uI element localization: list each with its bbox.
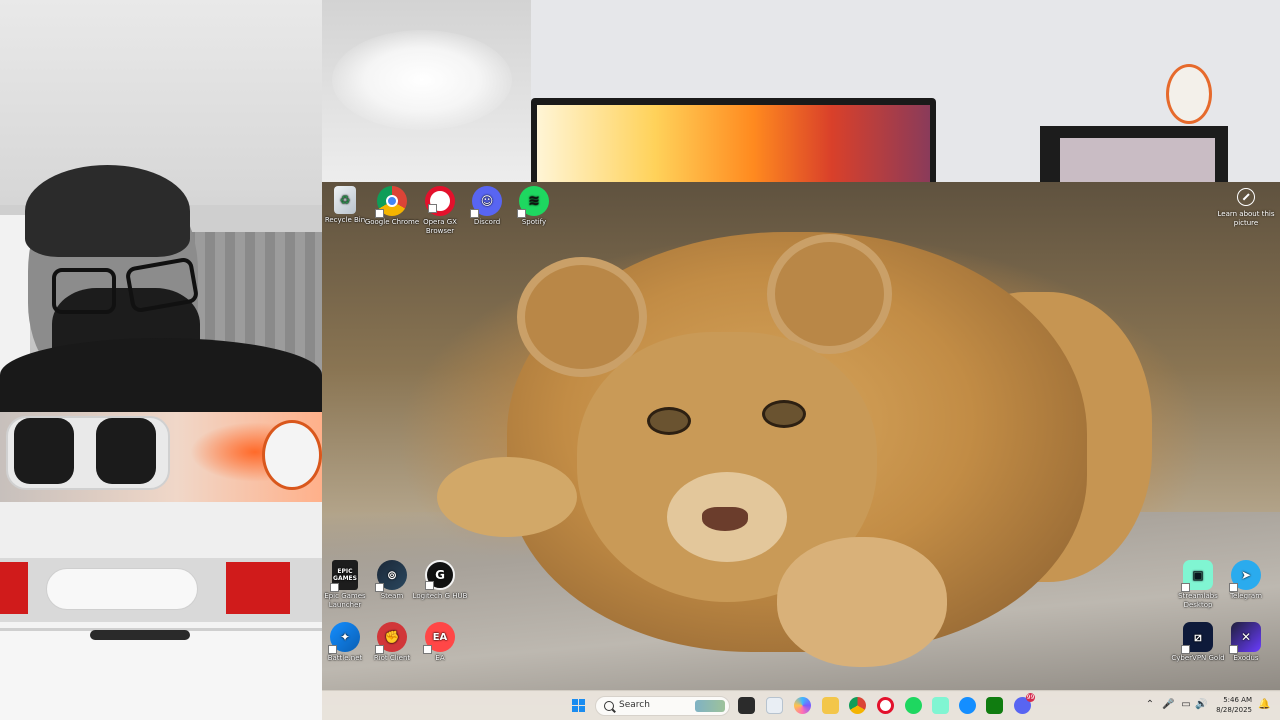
chrome-icon — [375, 186, 407, 218]
drawer-handle — [90, 630, 190, 640]
notification-bell-icon[interactable]: 🔔 — [1258, 699, 1270, 711]
icon-label: Logitech G HUB — [412, 592, 468, 600]
room-camera-desk — [0, 412, 322, 720]
logitech-icon: G — [425, 560, 455, 590]
search-icon — [604, 701, 614, 711]
exodus-icon: ✕ — [1229, 622, 1261, 654]
wallpaper-lion-paw-left — [437, 457, 577, 537]
steam-icon: ⊚ — [375, 560, 407, 592]
spotify-icon: ≋ — [517, 186, 549, 218]
streamlabs-taskbar-icon[interactable] — [932, 697, 949, 714]
shortcut-arrow-icon — [517, 209, 526, 218]
desktop-icon-ea[interactable]: EA EA — [412, 622, 468, 663]
battlenet-icon: ✦ — [328, 622, 360, 654]
icon-label: Telegram — [1229, 592, 1263, 600]
wallpaper-lion-ear-right — [767, 234, 892, 354]
camera-icon — [1237, 188, 1255, 206]
task-view-icon[interactable] — [738, 697, 755, 714]
webcam-feed — [0, 0, 322, 412]
second-monitor-screen — [1060, 138, 1215, 182]
search-label: Search — [619, 700, 650, 710]
wallpaper-lion-eye-left — [647, 407, 691, 435]
game-controller — [46, 568, 198, 610]
opera-taskbar-icon[interactable] — [877, 697, 894, 714]
shortcut-arrow-icon — [328, 645, 337, 654]
riot-icon: ✊ — [375, 622, 407, 654]
epic-games-icon: EPIC GAMES — [330, 560, 358, 592]
headset-cup-left — [14, 418, 74, 484]
microphone-icon[interactable]: 🎤 — [1162, 699, 1174, 711]
clock[interactable]: 5:46 AM 8/28/2025 — [1204, 695, 1252, 715]
shortcut-arrow-icon — [330, 583, 339, 592]
streamer-hair — [25, 165, 190, 257]
taskbar-search[interactable]: Search — [595, 696, 730, 716]
opera-icon — [425, 186, 455, 216]
bb8-desk-figure — [262, 420, 322, 490]
file-explorer-icon[interactable] — [822, 697, 839, 714]
network-icon[interactable]: ▭ — [1180, 699, 1192, 711]
shortcut-arrow-icon — [1181, 583, 1190, 592]
shortcut-arrow-icon — [1181, 645, 1190, 654]
desktop-icon-exodus[interactable]: ✕ Exodus — [1218, 622, 1274, 663]
screen: ♻ Recycle Bin Google Chrome Opera GX Bro… — [0, 0, 1280, 720]
desktop-icon-telegram[interactable]: ➤ Telegram — [1218, 560, 1274, 601]
icon-label: Spotify — [521, 218, 547, 226]
streamlabs-icon: ▣ — [1181, 560, 1213, 592]
wallpaper-lion-nose — [702, 507, 748, 531]
room-camera-top — [322, 0, 1280, 182]
start-button[interactable] — [572, 699, 586, 713]
shortcut-arrow-icon — [423, 645, 432, 654]
recycle-bin-icon: ♻ — [334, 186, 356, 214]
shortcut-arrow-icon — [470, 209, 479, 218]
ceiling-lamp — [332, 30, 512, 130]
bb8-figure — [1166, 64, 1212, 124]
red-box-left — [0, 562, 28, 614]
learn-about-picture[interactable]: Learn about this picture — [1216, 188, 1276, 228]
search-highlight-image — [695, 700, 725, 712]
monitor-wallpaper — [537, 105, 930, 182]
battlenet-taskbar-icon[interactable] — [959, 697, 976, 714]
spotify-taskbar-icon[interactable] — [905, 697, 922, 714]
vpn-icon: ⧄ — [1181, 622, 1213, 654]
discord-icon: ☺ — [470, 186, 502, 218]
icon-label: EA — [435, 654, 445, 662]
notification-badge: 99 — [1026, 693, 1035, 702]
shortcut-arrow-icon — [375, 645, 384, 654]
streamer-shirt — [0, 338, 322, 412]
desktop-icon-spotify[interactable]: ≋ Spotify — [506, 186, 562, 227]
taskbar: Search 99 ⌃ 🎤 ▭ 🔊 5:46 AM 8/28/2025 🔔 — [322, 690, 1280, 720]
desktop-icon-logitech[interactable]: G Logitech G HUB — [412, 560, 468, 601]
windows-logo-icon — [572, 699, 578, 705]
shortcut-arrow-icon — [1229, 583, 1238, 592]
copilot-icon[interactable] — [794, 697, 811, 714]
notepad-icon[interactable] — [766, 697, 783, 714]
wallpaper-lion-eye-right — [762, 400, 806, 428]
shortcut-arrow-icon — [428, 204, 437, 213]
desk-drawer — [0, 628, 322, 720]
headset-cup-right — [96, 418, 156, 484]
clock-time: 5:46 AM — [1223, 696, 1252, 704]
glasses-left — [52, 268, 116, 314]
chevron-up-icon[interactable]: ⌃ — [1144, 699, 1156, 711]
wallpaper-lion-paw-right — [777, 537, 947, 667]
learn-about-label: Learn about this picture — [1217, 210, 1275, 227]
xbox-taskbar-icon[interactable] — [986, 697, 1003, 714]
icon-label: Exodus — [1233, 654, 1259, 662]
shortcut-arrow-icon — [375, 583, 384, 592]
clock-date: 8/28/2025 — [1216, 706, 1252, 714]
shortcut-arrow-icon — [375, 209, 384, 218]
discord-taskbar-icon[interactable]: 99 — [1014, 693, 1035, 714]
shortcut-arrow-icon — [425, 581, 434, 590]
telegram-icon: ➤ — [1229, 560, 1261, 592]
desk-surface — [0, 502, 322, 561]
red-box-right — [226, 562, 290, 614]
chrome-taskbar-icon[interactable] — [849, 697, 866, 714]
ea-icon: EA — [423, 622, 455, 654]
shortcut-arrow-icon — [1229, 645, 1238, 654]
